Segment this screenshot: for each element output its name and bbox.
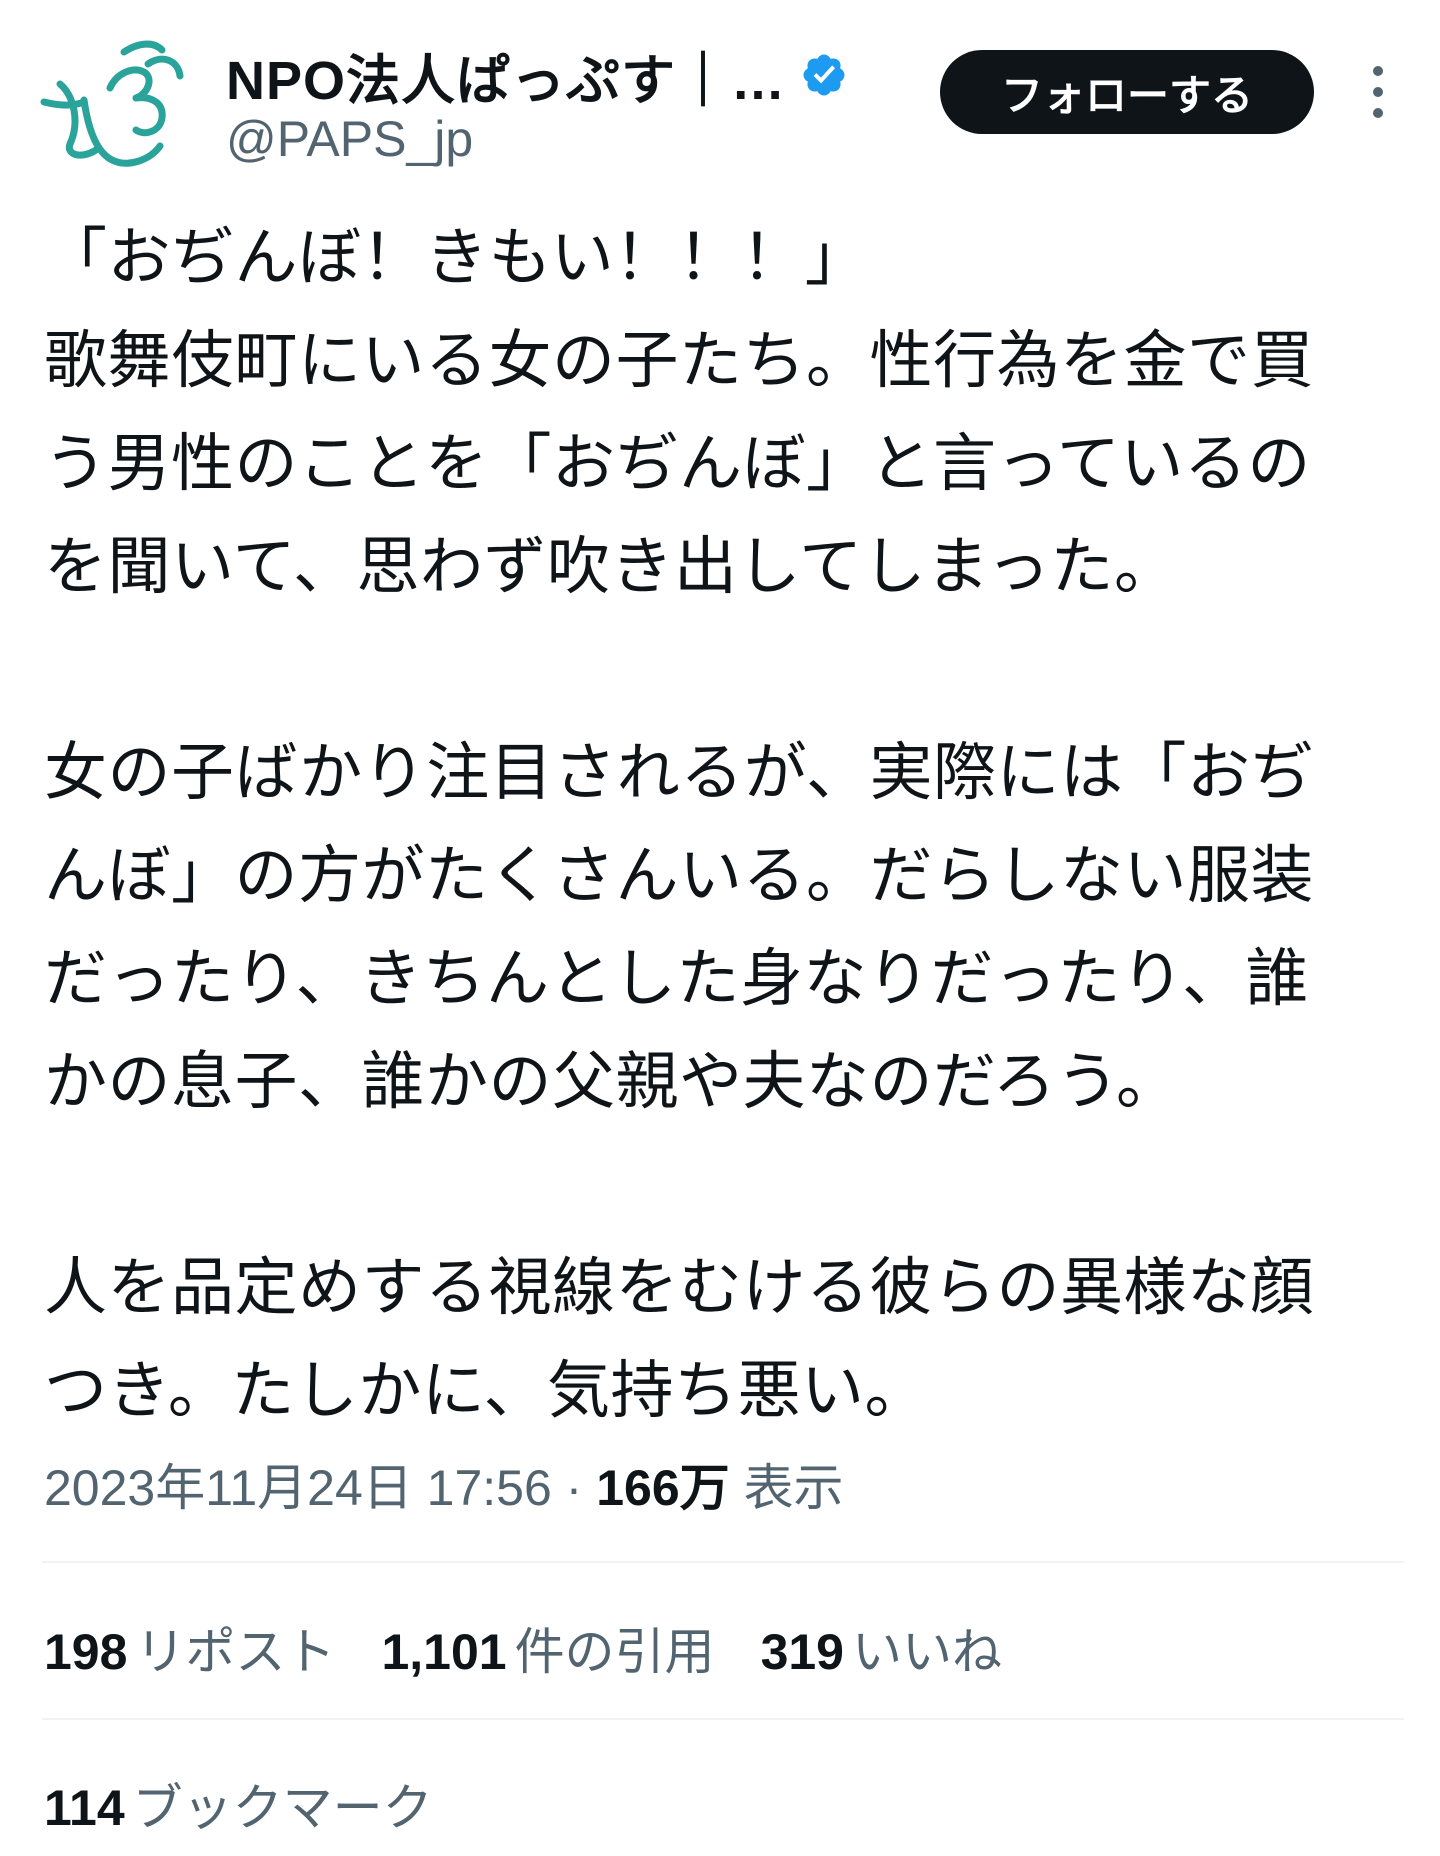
tweet-header: NPO法人ぱっぷす｜… @PAPS_jp フォローする <box>0 0 1440 190</box>
likes-count: 319 <box>760 1624 844 1680</box>
reposts-count: 198 <box>44 1624 128 1680</box>
tweet-line: を聞いて、思わず吹き出してしまった。 <box>44 530 1178 603</box>
engagement-stats: 198 リポスト 1,101 件の引用 319 いいね <box>44 1612 1048 1684</box>
more-vertical-icon[interactable] <box>1358 66 1398 118</box>
quotes-stat[interactable]: 1,101 件の引用 <box>381 1612 714 1684</box>
views-count: 166万 <box>596 1460 730 1516</box>
reposts-stat[interactable]: 198 リポスト <box>44 1612 335 1684</box>
tweet-line: んぼ」の方がたくさんいる。だらしない服装 <box>44 839 1314 912</box>
tweet-line: 女の子ばかり注目されるが、実際には「おぢ <box>44 736 1314 809</box>
verified-badge-icon[interactable] <box>800 51 848 99</box>
tweet-text: 「おぢんぼ！きもい！！！」 歌舞伎町にいる女の子たち。性行為を金で買 う男性のこ… <box>44 206 1414 1442</box>
divider <box>42 1561 1404 1563</box>
tweet-line: 人を品定めする視線をむける彼らの異様な顔 <box>44 1251 1314 1324</box>
tweet-line: 「おぢんぼ！きもい！！！」 <box>44 221 869 294</box>
tweet-line: かの息子、誰かの父親や夫なのだろう。 <box>44 1045 1180 1118</box>
likes-label: いいね <box>852 1623 1002 1681</box>
paps-logo-icon <box>40 40 184 167</box>
follow-button[interactable]: フォローする <box>940 50 1314 134</box>
quotes-count: 1,101 <box>381 1624 507 1680</box>
avatar[interactable] <box>40 36 190 176</box>
views-label: 表示 <box>743 1460 844 1516</box>
tweet-detail-page: NPO法人ぱっぷす｜… @PAPS_jp フォローする 「おぢんぼ！きもい！！！… <box>0 0 1440 1856</box>
tweet-timestamp[interactable]: 2023年11月24日 17:56 <box>44 1460 552 1516</box>
author-handle[interactable]: @PAPS_jp <box>226 110 473 168</box>
bookmarks-label: ブックマーク <box>132 1779 433 1837</box>
tweet-meta: 2023年11月24日 17:56 · 166万 表示 <box>44 1448 844 1520</box>
reposts-label: リポスト <box>135 1623 336 1681</box>
likes-stat[interactable]: 319 いいね <box>761 1612 1002 1684</box>
divider <box>42 1718 1404 1720</box>
bookmarks-count: 114 <box>44 1780 125 1836</box>
tweet-line: つき。たしかに、気持ち悪い。 <box>44 1354 928 1427</box>
quotes-label: 件の引用 <box>514 1623 715 1681</box>
tweet-line: う男性のことを「おぢんぼ」と言っているの <box>44 427 1311 500</box>
author-display-name[interactable]: NPO法人ぱっぷす｜… <box>226 36 786 115</box>
tweet-line: だったり、きちんとした身なりだったり、誰 <box>44 942 1309 1015</box>
tweet-line: 歌舞伎町にいる女の子たち。性行為を金で買 <box>44 324 1314 397</box>
author-name-row: NPO法人ぱっぷす｜… <box>226 40 848 111</box>
meta-separator: · <box>551 1460 597 1516</box>
bookmarks-stat[interactable]: 114 ブックマーク <box>44 1768 433 1840</box>
